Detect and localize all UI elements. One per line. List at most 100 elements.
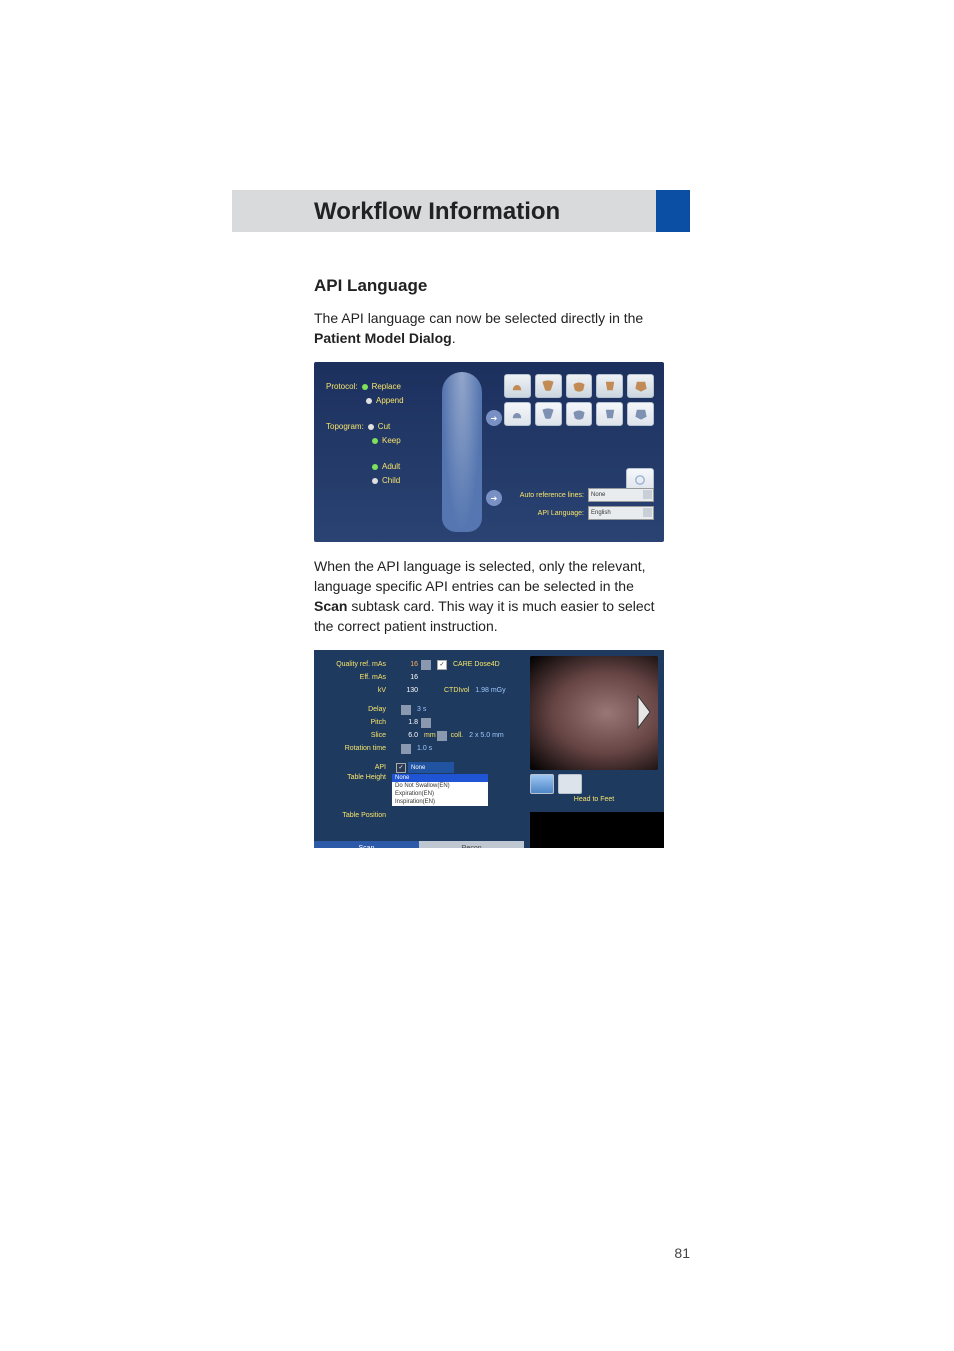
api-option-none[interactable]: None [392, 774, 488, 782]
region-button[interactable] [596, 374, 623, 398]
kv-label: kV [314, 687, 390, 694]
api-select-value: None [411, 765, 425, 771]
pmd-dropdowns: Auto reference lines: None API Language:… [520, 488, 654, 520]
scan-params-panel: Quality ref. mAs 16 ✓ CARE Dose4D Eff. m… [314, 650, 524, 848]
topogram-label: Topogram: [326, 420, 364, 434]
scan-tabs: Scan Recon [314, 841, 524, 848]
qref-label: Quality ref. mAs [314, 661, 390, 668]
region-button[interactable] [535, 374, 562, 398]
para2-bold: Scan [314, 598, 347, 614]
figure-scan-card: Quality ref. mAs 16 ✓ CARE Dose4D Eff. m… [314, 650, 664, 848]
orientation-icon-1[interactable] [530, 774, 554, 794]
api-select[interactable]: None [408, 762, 454, 773]
delay-value: 3 s [417, 706, 426, 713]
age-child-radio[interactable] [372, 478, 378, 484]
caredose-checkbox[interactable]: ✓ [437, 660, 447, 670]
pitch-spinner[interactable] [421, 718, 431, 728]
topogram-keep-radio[interactable] [372, 438, 378, 444]
protocol-label: Protocol: [326, 380, 358, 394]
api-dropdown-list: None Do Not Swallow(EN) Expiration(EN) I… [392, 774, 488, 806]
rot-label: Rotation time [314, 745, 390, 752]
slice-value[interactable]: 6.0 [390, 732, 420, 739]
region-button[interactable] [535, 402, 562, 426]
orientation-label: Head to Feet [530, 796, 658, 803]
age-group: Adult Child [326, 460, 436, 488]
ctdivol-value: 1.98 mGy [475, 687, 505, 694]
qref-spinner[interactable] [421, 660, 431, 670]
region-button[interactable] [566, 374, 593, 398]
apilang-value: English [591, 510, 611, 516]
qref-value[interactable]: 16 [390, 661, 420, 668]
effmas-label: Eff. mAs [314, 674, 390, 681]
chapter-title: Workflow Information [314, 198, 560, 226]
region-button[interactable] [596, 402, 623, 426]
autoref-select[interactable]: None [588, 488, 654, 502]
region-button[interactable] [566, 402, 593, 426]
topogram-cut-label: Cut [378, 420, 390, 434]
figure-patient-model-dialog: Protocol: Replace Append Topogram: [314, 362, 664, 542]
scan-black-strip [530, 812, 664, 848]
intro-bold: Patient Model Dialog [314, 330, 452, 346]
body-region-buttons [504, 374, 654, 492]
protocol-replace-label: Replace [372, 380, 401, 394]
para2-post: subtask card. This way it is much easier… [314, 598, 655, 634]
body-model-icon[interactable] [442, 372, 482, 532]
api-option-expiration[interactable]: Expiration(EN) [392, 790, 488, 798]
autoref-label: Auto reference lines: [520, 492, 584, 499]
apilang-select[interactable]: English [588, 506, 654, 520]
orientation-icon-2[interactable] [558, 774, 582, 794]
region-button[interactable] [627, 374, 654, 398]
api-option-inspiration[interactable]: Inspiration(EN) [392, 798, 488, 806]
age-child-label: Child [382, 474, 400, 488]
tableheight-label: Table Height [314, 774, 390, 781]
topogram-group: Topogram: Cut Keep [326, 420, 436, 448]
page: Workflow Information API Language The AP… [0, 0, 954, 1351]
caredose-label: CARE Dose4D [453, 661, 500, 668]
rot-spinner[interactable] [401, 744, 411, 754]
delay-spinner[interactable] [401, 705, 411, 715]
protocol-append-label: Append [376, 394, 404, 408]
tablepos-label: Table Position [314, 812, 390, 819]
play-icon[interactable] [634, 692, 654, 732]
header-accent-box [656, 190, 690, 232]
arrow-right-icon[interactable]: ➔ [486, 490, 502, 506]
slice-unit: mm [424, 732, 436, 739]
rot-value: 1.0 s [417, 745, 432, 752]
tab-scan[interactable]: Scan [314, 841, 419, 848]
pmd-options-panel: Protocol: Replace Append Topogram: [326, 380, 436, 500]
region-button[interactable] [504, 374, 531, 398]
scan-preview-panel: Head to Feet [530, 656, 658, 803]
protocol-replace-radio[interactable] [362, 384, 368, 390]
content-column: API Language The API language can now be… [314, 276, 664, 862]
coll-label: coll. [451, 732, 463, 739]
pitch-label: Pitch [314, 719, 390, 726]
slice-spinner[interactable] [437, 731, 447, 741]
effmas-value: 16 [390, 674, 420, 681]
tab-recon[interactable]: Recon [419, 841, 524, 848]
chapter-header-bar: Workflow Information [232, 190, 690, 232]
region-button[interactable] [627, 402, 654, 426]
protocol-append-radio[interactable] [366, 398, 372, 404]
age-adult-radio[interactable] [372, 464, 378, 470]
region-button[interactable] [504, 402, 531, 426]
scan-subtask-card: Quality ref. mAs 16 ✓ CARE Dose4D Eff. m… [314, 650, 664, 848]
intro-text-pre: The API language can now be selected dir… [314, 310, 643, 326]
slice-label: Slice [314, 732, 390, 739]
api-option-donotswallow[interactable]: Do Not Swallow(EN) [392, 782, 488, 790]
coll-value: 2 x 5.0 mm [469, 732, 504, 739]
kv-value[interactable]: 130 [390, 687, 420, 694]
ctdivol-label: CTDIvol [444, 687, 469, 694]
para2-pre: When the API language is selected, only … [314, 558, 646, 594]
page-number: 81 [674, 1245, 690, 1261]
intro-paragraph: The API language can now be selected dir… [314, 308, 664, 348]
topogram-cut-radio[interactable] [368, 424, 374, 430]
pitch-value[interactable]: 1.8 [390, 719, 420, 726]
intro-text-post: . [452, 330, 456, 346]
protocol-group: Protocol: Replace Append [326, 380, 436, 408]
api-checkbox[interactable]: ✓ [396, 763, 406, 773]
delay-label: Delay [314, 706, 390, 713]
section-heading: API Language [314, 276, 664, 296]
patient-model-dialog: Protocol: Replace Append Topogram: [314, 362, 664, 542]
arrow-right-icon[interactable]: ➔ [486, 410, 502, 426]
autoref-value: None [591, 492, 605, 498]
